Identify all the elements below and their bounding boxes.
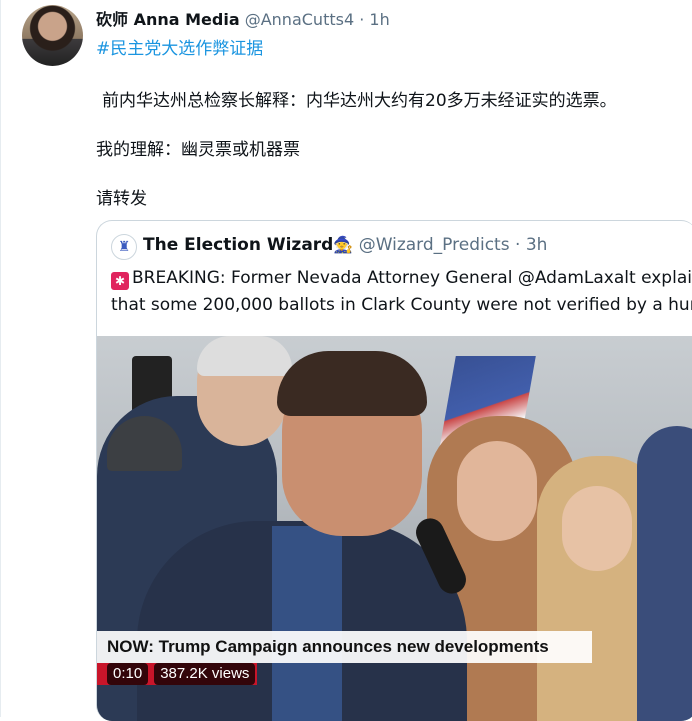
quoted-separator-dot: ·	[515, 235, 521, 255]
video-speaker-hair	[277, 351, 427, 416]
video-lower-third: NOW: Trump Campaign announces new develo…	[97, 631, 592, 663]
video-person-left-hair	[197, 336, 292, 376]
quoted-timestamp[interactable]: 3h	[526, 235, 548, 255]
timeline-border	[0, 0, 1, 717]
tweet-text-line-2: 我的理解：幽灵票或机器票	[96, 140, 300, 160]
quoted-text-line-1: ✱ BREAKING: Former Nevada Attorney Genera…	[111, 268, 692, 290]
wizard-logo-icon[interactable]: ♜	[111, 234, 137, 260]
hashtag-link[interactable]: #民主党大选作弊证据	[96, 34, 263, 59]
quoted-display-name[interactable]: The Election Wizard	[143, 235, 333, 255]
quoted-text-line-1-content: BREAKING: Former Nevada Attorney General…	[132, 268, 692, 288]
video-person-woman-1-face	[457, 441, 537, 541]
avatar[interactable]	[22, 5, 83, 66]
video-person-woman-2-face	[562, 486, 632, 571]
wizard-emoji-icon: 🧙	[333, 235, 354, 254]
video-speaker-shirt	[272, 526, 342, 721]
tweet-text-line-1: 前内华达州总检察长解释：内华达州大约有20多万未经证实的选票。	[102, 91, 617, 111]
video-timestamp: 0:10	[107, 663, 149, 685]
quoted-tweet[interactable]: ♜ The Election Wizard🧙 @Wizard_Predicts …	[96, 220, 692, 721]
siren-icon: ✱	[111, 272, 129, 290]
tweet-text-line-3: 请转发	[96, 189, 147, 209]
timestamp[interactable]: 1h	[369, 10, 389, 29]
video-person-right	[637, 426, 692, 721]
quoted-tweet-header: The Election Wizard🧙 @Wizard_Predicts · …	[143, 235, 547, 255]
handle[interactable]: @AnnaCutts4	[245, 10, 354, 29]
video-overlay: 0:10 387.2K views	[107, 663, 256, 685]
video-player[interactable]: NOW: Trump Campaign announces new develo…	[97, 336, 692, 721]
quoted-text-line-2: that some 200,000 ballots in Clark Count…	[111, 295, 692, 315]
display-name[interactable]: 砍师 Anna Media	[96, 10, 240, 29]
quoted-handle[interactable]: @Wizard_Predicts	[359, 235, 510, 255]
separator-dot: ·	[359, 10, 365, 29]
tweet-header: 砍师 Anna Media @AnnaCutts4 · 1h	[96, 6, 390, 30]
video-views: 387.2K views	[154, 663, 256, 685]
